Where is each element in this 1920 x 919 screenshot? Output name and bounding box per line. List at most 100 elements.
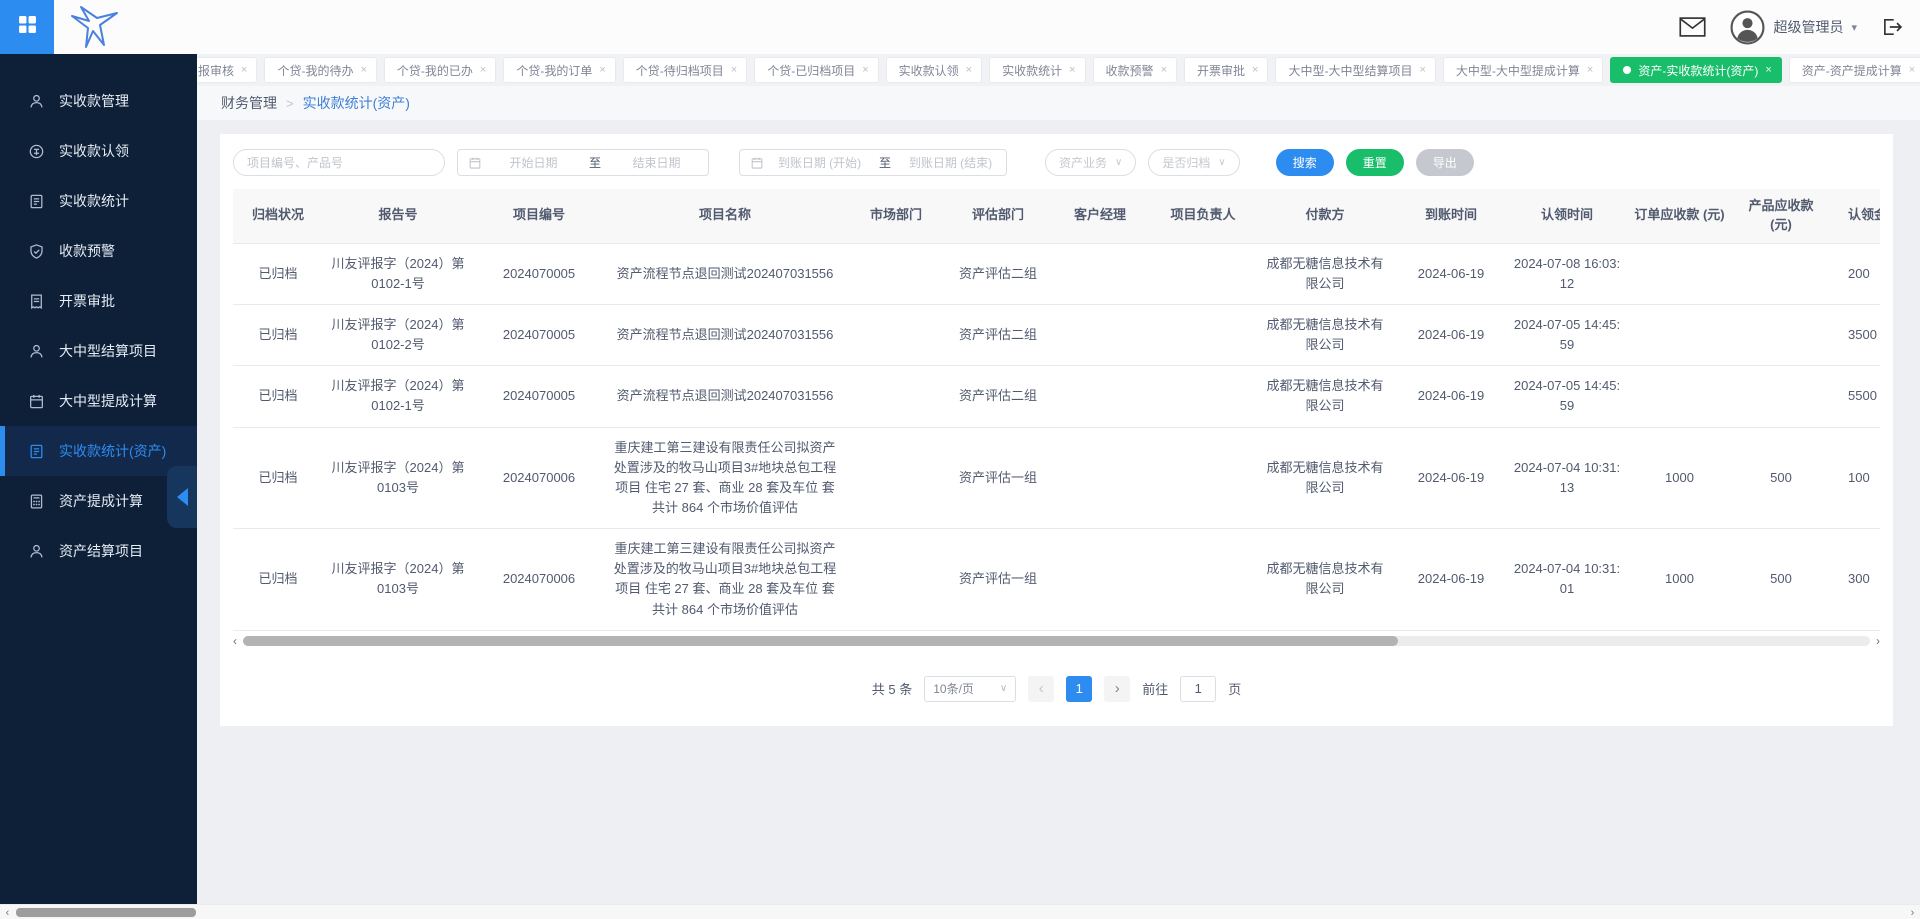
close-icon[interactable]: × xyxy=(599,64,605,76)
table-row[interactable]: 已归档 川友评报字（2024）第0103号 2024070006 重庆建工第三建设有限… xyxy=(233,427,1880,530)
logout-icon[interactable] xyxy=(1881,17,1902,37)
data-table-wrap: 归档状况 报告号 项目编号 项目名称 市场部门 评估部门 客户经理 项目负责人 付款方 到账时间认… xyxy=(233,189,1880,631)
keyword-input[interactable] xyxy=(233,149,445,176)
mail-icon[interactable] xyxy=(1679,17,1707,37)
sidebar-item-label: 实收款认领 xyxy=(59,143,129,159)
topbar-actions: 超级管理员 ▾ xyxy=(1679,0,1902,54)
tab-item-实收款认领[interactable]: 实收款认领 × xyxy=(885,57,983,83)
sidebar-item-实收款统计(资产)[interactable]: 实收款统计(资产) xyxy=(0,426,197,476)
total-count-label: 共 5 条 xyxy=(871,682,913,698)
table-row[interactable]: 已归档 川友评报字（2024）第0102-1号 2024070005 资产流程节点退回… xyxy=(233,242,1880,305)
close-icon[interactable]: × xyxy=(1765,64,1771,76)
tab-item-大中型-大中型结算项目[interactable]: 大中型-大中型结算项目 × xyxy=(1275,57,1436,83)
close-icon[interactable]: × xyxy=(1419,64,1425,76)
tab-item-个贷-我的已办[interactable]: 个贷-我的已办 × xyxy=(383,57,497,83)
cell-归档状况: 已归档 xyxy=(233,304,323,367)
close-icon[interactable]: × xyxy=(966,64,972,76)
asset-business-select[interactable]: 资产业务 ∨ xyxy=(1045,149,1137,176)
tab-item-资产-实收款统计(资产)[interactable]: 资产-实收款统计(资产) × xyxy=(1610,57,1782,83)
cell-认领时间: 2024-07-04 10:31:01 xyxy=(1507,528,1627,631)
scrollbar-track[interactable] xyxy=(243,635,1870,646)
tab-item-实收款统计[interactable]: 实收款统计 × xyxy=(989,57,1086,83)
cell-归档状况: 已归档 xyxy=(233,365,323,428)
archived-select[interactable]: 是否归档 ∨ xyxy=(1148,149,1240,176)
scroll-left-icon[interactable]: ‹ xyxy=(233,634,237,648)
breadcrumb-parent[interactable]: 财务管理 xyxy=(221,93,277,113)
report-date-range[interactable]: 开始日期 至 结束日期 xyxy=(457,149,709,176)
tab-item-资产-资产提成计算[interactable]: 资产-资产提成计算 × xyxy=(1788,57,1920,83)
user-menu[interactable]: 超级管理员 ▾ xyxy=(1730,9,1857,45)
table-row[interactable]: 已归档 川友评报字（2024）第0102-2号 2024070005 资产流程节点退回… xyxy=(233,304,1880,367)
content-card: 开始日期 至 结束日期 到账日期 (开始) 至 到账日期 (结束) 资产业务 ∨… xyxy=(220,134,1893,726)
tab-item-开票审批[interactable]: 开票审批 × xyxy=(1184,57,1269,83)
close-icon[interactable]: × xyxy=(360,64,366,76)
scroll-right-icon[interactable]: › xyxy=(1905,905,1920,919)
column-header-项目名称: 项目名称 xyxy=(605,189,845,244)
apps-grid-button[interactable] xyxy=(0,0,54,54)
tab-item-个贷-已归档项目[interactable]: 个贷-已归档项目 × xyxy=(754,57,879,83)
goto-page-input[interactable] xyxy=(1180,675,1217,702)
tab-label: 个贷-我的订单 xyxy=(516,63,593,78)
sidebar-item-实收款认领[interactable]: 实收款认领 xyxy=(0,126,197,176)
window-scrollbar-thumb[interactable] xyxy=(16,908,196,917)
cell-项目负责人 xyxy=(1151,365,1255,428)
tab-item-大中型-大中型提成计算[interactable]: 大中型-大中型提成计算 × xyxy=(1442,57,1604,83)
column-header-客户经理: 客户经理 xyxy=(1049,189,1151,244)
cell-评估部门: 资产评估一组 xyxy=(947,427,1049,530)
table-row[interactable]: 已归档 川友评报字（2024）第0103号 2024070006 重庆建工第三建设有限… xyxy=(233,528,1880,631)
tab-item-个贷-我的待办[interactable]: 个贷-我的待办 × xyxy=(264,57,377,83)
sidebar-item-大中型提成计算[interactable]: 大中型提成计算 xyxy=(0,376,197,426)
close-icon[interactable]: × xyxy=(1587,64,1593,76)
cell-项目负责人 xyxy=(1151,427,1255,530)
export-button[interactable]: 导出 xyxy=(1415,149,1474,176)
sidebar-item-label: 资产结算项目 xyxy=(59,543,143,559)
arrival-start-placeholder: 到账日期 (开始) xyxy=(777,156,862,170)
close-icon[interactable]: × xyxy=(731,64,737,76)
sidebar-item-大中型结算项目[interactable]: 大中型结算项目 xyxy=(0,326,197,376)
sidebar-item-label: 实收款统计(资产) xyxy=(59,443,167,459)
sidebar-item-收款预警[interactable]: 收款预警 xyxy=(0,226,197,276)
cell-客户经理 xyxy=(1049,242,1151,305)
close-icon[interactable]: × xyxy=(241,64,247,76)
tab-item-个贷-待归档项目[interactable]: 个贷-待归档项目 × xyxy=(622,57,748,83)
cell-到账时间: 2024-06-19 xyxy=(1395,242,1507,305)
column-header-订单应收款 (元): 订单应收款 (元) xyxy=(1627,189,1732,244)
username-label: 超级管理员 xyxy=(1773,19,1844,35)
sidebar-collapse-button[interactable] xyxy=(167,466,197,528)
sidebar-item-实收款统计[interactable]: 实收款统计 xyxy=(0,176,197,226)
next-page-button[interactable]: › xyxy=(1104,675,1131,702)
tab-item-收款预警[interactable]: 收款预警 × xyxy=(1092,57,1177,83)
close-icon[interactable]: × xyxy=(1161,64,1167,76)
close-icon[interactable]: × xyxy=(1069,64,1075,76)
scroll-right-icon[interactable]: › xyxy=(1876,634,1880,648)
cell-客户经理 xyxy=(1049,427,1151,530)
arrival-date-range[interactable]: 到账日期 (开始) 至 到账日期 (结束) xyxy=(739,149,1007,176)
close-icon[interactable]: × xyxy=(480,64,486,76)
close-icon[interactable]: × xyxy=(862,64,868,76)
user-icon xyxy=(28,93,45,110)
close-icon[interactable]: × xyxy=(1252,64,1258,76)
cell-归档状况: 已归档 xyxy=(233,528,323,631)
reset-button[interactable]: 重置 xyxy=(1345,149,1404,176)
table-row[interactable]: 已归档 川友评报字（2024）第0102-1号 2024070005 资产流程节点退回… xyxy=(233,365,1880,428)
search-button[interactable]: 搜索 xyxy=(1275,149,1334,176)
start-date-placeholder: 开始日期 xyxy=(509,156,558,170)
archived-label: 是否归档 xyxy=(1162,156,1211,170)
tab-item-个贷-我的订单[interactable]: 个贷-我的订单 × xyxy=(503,57,616,83)
page-size-select[interactable]: 10条/页 ∨ xyxy=(924,675,1017,702)
invoice-icon xyxy=(28,293,45,310)
close-icon[interactable]: × xyxy=(1909,64,1915,76)
scrollbar-thumb[interactable] xyxy=(243,635,1399,646)
sidebar-item-资产结算项目[interactable]: 资产结算项目 xyxy=(0,526,197,576)
cell-到账时间: 2024-06-19 xyxy=(1395,528,1507,631)
breadcrumb-separator: > xyxy=(286,95,294,111)
sidebar-item-开票审批[interactable]: 开票审批 xyxy=(0,276,197,326)
page-1-button[interactable]: 1 xyxy=(1066,675,1093,702)
column-header-到账时间: 到账时间 xyxy=(1395,189,1507,244)
prev-page-button[interactable]: ‹ xyxy=(1028,675,1055,702)
scroll-left-icon[interactable]: ‹ xyxy=(0,905,15,919)
tab-item-成申报审核[interactable]: 成申报审核 × xyxy=(197,57,258,83)
sidebar-item-实收款管理[interactable]: 实收款管理 xyxy=(0,76,197,126)
user-icon xyxy=(28,343,45,360)
calculator-icon xyxy=(28,493,45,510)
